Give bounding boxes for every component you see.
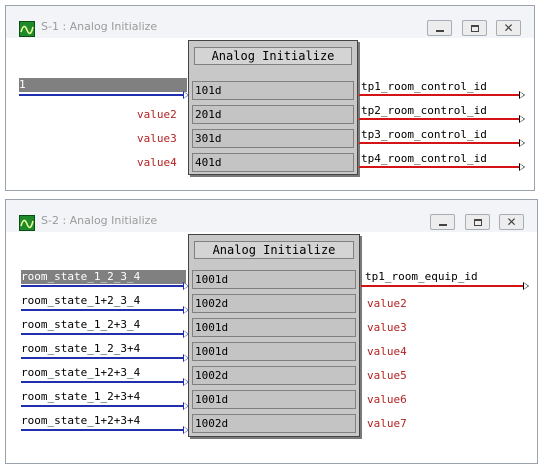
window-title: S-2 : Analog Initialize — [41, 214, 158, 227]
logic-canvas: 1 value2 value3 value4 Analog Initialize… — [11, 38, 529, 184]
maximize-icon — [471, 25, 479, 32]
minimize-button[interactable] — [430, 214, 455, 230]
input-signal[interactable]: value2 — [137, 108, 177, 121]
input-wire — [21, 357, 185, 359]
output-wire — [359, 142, 519, 144]
unused-output[interactable]: value7 — [367, 417, 407, 430]
output-wire — [359, 118, 519, 120]
unused-output[interactable]: value2 — [367, 297, 407, 310]
input-wire — [21, 405, 185, 407]
input-wire — [21, 309, 185, 311]
analog-initialize-block[interactable]: Analog Initialize 101d 201d 301d 401d — [188, 40, 358, 175]
parameter-field[interactable]: 101d — [192, 81, 354, 100]
input-signal[interactable]: room_state_1+2+3+4 — [21, 414, 140, 427]
input-wire — [21, 381, 185, 383]
output-signal[interactable]: tp1_room_equip_id — [365, 270, 478, 283]
window-s1: S-1 : Analog Initialize ✕ 1 value2 value… — [5, 5, 535, 191]
input-signal[interactable]: 1 — [19, 78, 187, 92]
output-signal[interactable]: tp3_room_control_id — [361, 128, 487, 141]
maximize-button[interactable] — [465, 214, 490, 230]
app-icon — [19, 21, 35, 37]
output-arrow — [519, 163, 525, 171]
maximize-button[interactable] — [462, 20, 487, 36]
input-arrow — [183, 306, 189, 314]
output-arrow — [523, 282, 529, 290]
close-button[interactable]: ✕ — [496, 20, 521, 36]
title-bar[interactable]: S-1 : Analog Initialize ✕ — [6, 6, 534, 38]
close-icon: ✕ — [506, 215, 517, 229]
input-arrow — [183, 402, 189, 410]
input-signal[interactable]: room_state_1+2+3_4 — [21, 366, 140, 379]
minimize-icon — [436, 30, 444, 32]
output-arrow — [519, 91, 525, 99]
parameter-field[interactable]: 1001d — [192, 318, 356, 337]
minimize-button[interactable] — [427, 20, 452, 36]
parameter-field[interactable]: 1002d — [192, 414, 356, 433]
close-icon: ✕ — [503, 21, 514, 35]
minimize-icon — [439, 224, 447, 226]
block-title: Analog Initialize — [194, 241, 354, 259]
unused-output[interactable]: value6 — [367, 393, 407, 406]
input-signal[interactable]: room_state_1_2_3_4 — [21, 270, 186, 284]
output-wire — [361, 285, 523, 287]
parameter-field[interactable]: 1001d — [192, 342, 356, 361]
input-signal[interactable]: room_state_1_2_3+4 — [21, 342, 140, 355]
unused-output[interactable]: value5 — [367, 369, 407, 382]
parameter-field[interactable]: 201d — [192, 105, 354, 124]
input-wire — [21, 285, 185, 287]
input-signal[interactable]: room_state_1_2+3_4 — [21, 318, 140, 331]
output-signal[interactable]: tp4_room_control_id — [361, 152, 487, 165]
window-title: S-1 : Analog Initialize — [41, 20, 158, 33]
output-wire — [359, 94, 519, 96]
title-bar[interactable]: S-2 : Analog Initialize ✕ — [6, 200, 537, 232]
input-wire — [19, 94, 185, 96]
input-signal[interactable]: value4 — [137, 156, 177, 169]
input-signal[interactable]: room_state_1_2+3+4 — [21, 390, 140, 403]
analog-initialize-block[interactable]: Analog Initialize 1001d 1002d 1001d 1001… — [188, 234, 360, 437]
input-wire — [21, 429, 185, 431]
input-arrow — [183, 282, 189, 290]
unused-output[interactable]: value4 — [367, 345, 407, 358]
output-arrow — [519, 115, 525, 123]
input-wire — [21, 333, 185, 335]
parameter-field[interactable]: 1001d — [192, 270, 356, 289]
close-button[interactable]: ✕ — [499, 214, 524, 230]
unused-output[interactable]: value3 — [367, 321, 407, 334]
maximize-icon — [474, 219, 482, 226]
output-signal[interactable]: tp1_room_control_id — [361, 80, 487, 93]
input-arrow — [183, 330, 189, 338]
input-arrow — [183, 426, 189, 434]
parameter-field[interactable]: 1002d — [192, 294, 356, 313]
parameter-field[interactable]: 1002d — [192, 366, 356, 385]
input-signal[interactable]: room_state_1+2_3_4 — [21, 294, 140, 307]
logic-canvas: Analog Initialize 1001d 1002d 1001d 1001… — [11, 232, 532, 457]
app-icon — [19, 215, 35, 231]
output-wire — [359, 166, 519, 168]
parameter-field[interactable]: 301d — [192, 129, 354, 148]
input-arrow — [183, 378, 189, 386]
input-arrow — [183, 354, 189, 362]
parameter-field[interactable]: 401d — [192, 153, 354, 172]
block-title: Analog Initialize — [194, 47, 352, 65]
parameter-field[interactable]: 1001d — [192, 390, 356, 409]
window-s2: S-2 : Analog Initialize ✕ Analog Initial… — [5, 199, 538, 464]
output-arrow — [519, 139, 525, 147]
input-signal[interactable]: value3 — [137, 132, 177, 145]
output-signal[interactable]: tp2_room_control_id — [361, 104, 487, 117]
